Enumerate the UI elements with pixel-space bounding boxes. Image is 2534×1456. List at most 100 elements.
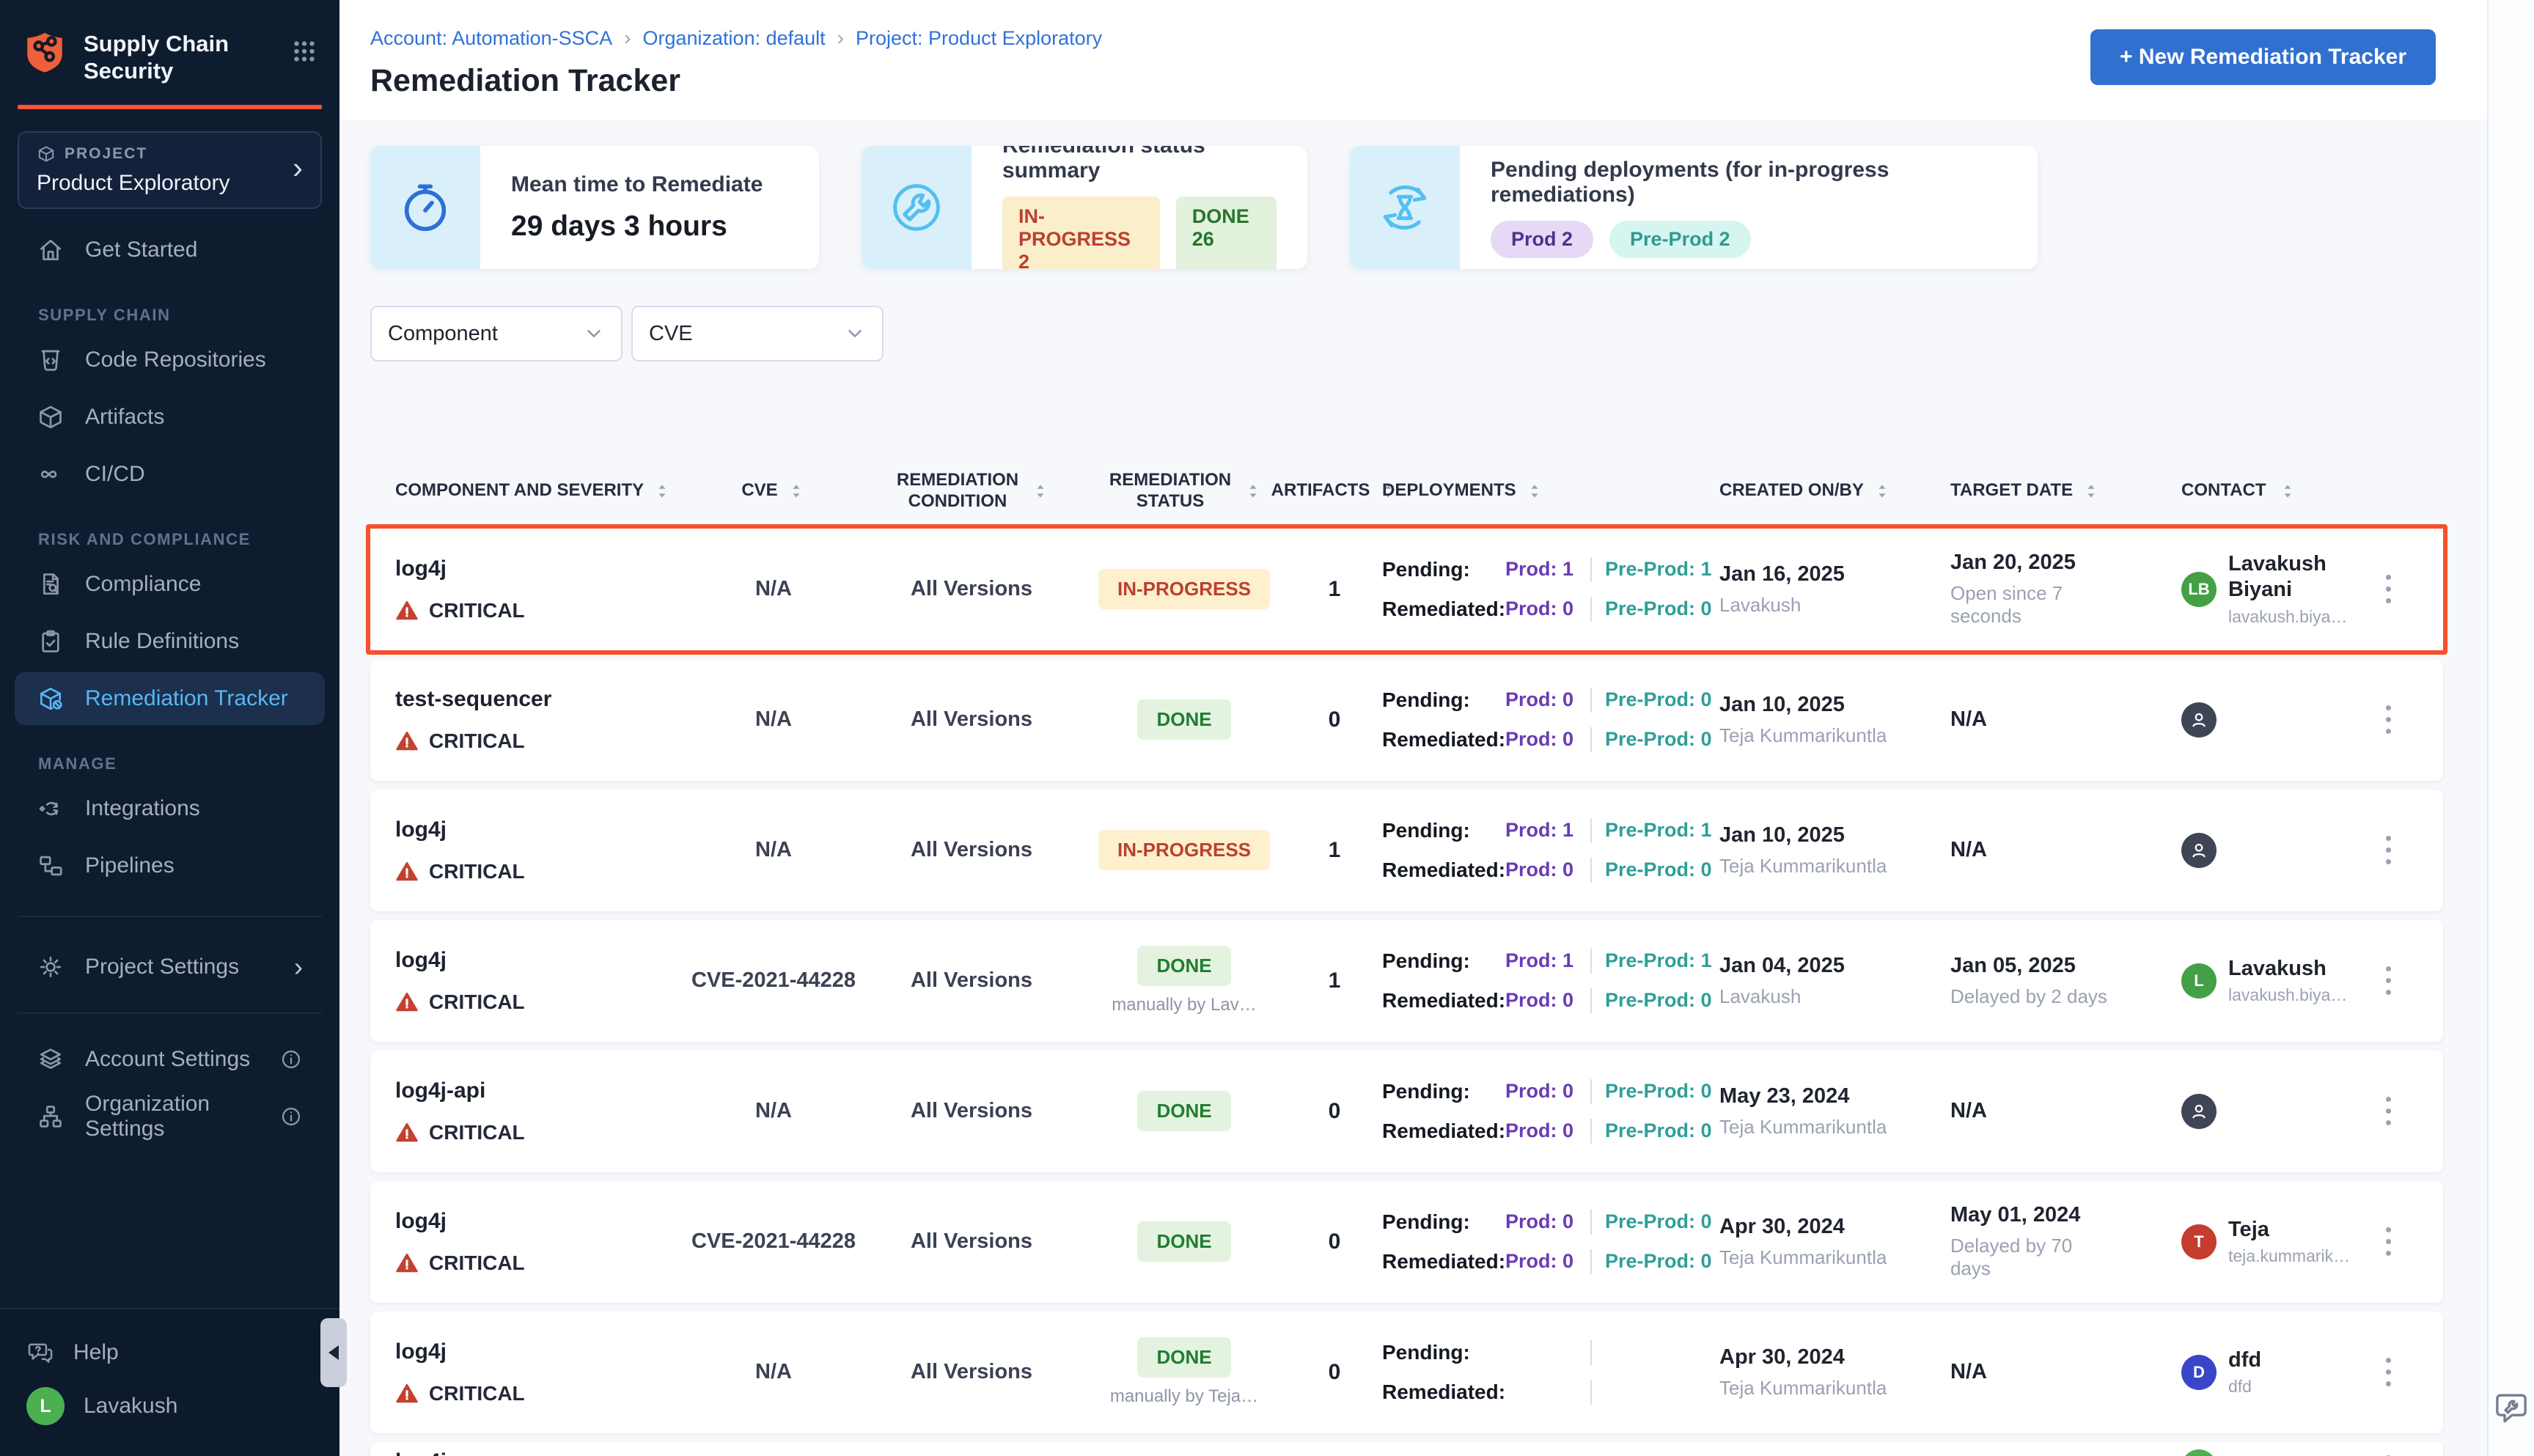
sidebar-item-remediation-tracker[interactable]: Remediation Tracker <box>15 672 325 725</box>
column-header-deployments[interactable]: DEPLOYMENTS <box>1382 480 1719 501</box>
kebab-menu-icon[interactable] <box>2380 1449 2397 1456</box>
target-date: May 01, 2024 <box>1950 1203 2181 1227</box>
table-row[interactable]: log4j-apiCRITICALN/AAll VersionsDONE0Pen… <box>370 1051 2443 1172</box>
target-date-cell: Jan 05, 2025Delayed by 2 days <box>1950 954 2181 1008</box>
user-menu[interactable]: L Lavakush <box>22 1377 317 1435</box>
support-chat-icon[interactable] <box>2491 1388 2531 1431</box>
table-row[interactable]: log4jCRITICALN/AAll VersionsIN-PROGRESS1… <box>370 790 2443 911</box>
kebab-menu-icon[interactable] <box>2380 1091 2397 1131</box>
column-header-artifacts[interactable]: ARTIFACTS <box>1287 480 1382 501</box>
component-filter-label: Component <box>388 322 498 346</box>
column-header-component-and-severity[interactable]: COMPONENT AND SEVERITY <box>370 480 686 501</box>
remediation-status-cell: DONE <box>1081 699 1287 740</box>
scrollbar-gutter[interactable] <box>2487 0 2534 1456</box>
breadcrumb-project[interactable]: Project: Product Exploratory <box>856 27 1102 50</box>
sidebar-item-compliance[interactable]: Compliance <box>15 558 325 611</box>
table-row[interactable]: log4jCRITICALCVE-2021-44228All VersionsD… <box>370 1181 2443 1303</box>
table-row[interactable]: test-sequencerCRITICALN/AAll VersionsDON… <box>370 659 2443 781</box>
critical-severity-icon <box>395 990 419 1014</box>
sidebar-item-label: Get Started <box>85 238 197 262</box>
sidebar-item-artifacts[interactable]: Artifacts <box>15 391 325 444</box>
divider <box>1590 1119 1592 1144</box>
created-by: Lavakush <box>1719 594 1950 617</box>
condition-value: All Versions <box>862 1360 1081 1384</box>
prod-count: Prod: 0 <box>1505 1080 1577 1103</box>
sidebar-item-rule-definitions[interactable]: Rule Definitions <box>15 615 325 668</box>
cve-cell: CVE-2021-44228 <box>686 968 862 993</box>
prod-count: Prod: 0 <box>1505 1119 1577 1142</box>
condition-value: All Versions <box>862 838 1081 862</box>
pipelines-icon <box>37 852 65 880</box>
kebab-menu-icon[interactable] <box>2380 1221 2397 1262</box>
divider <box>1590 557 1592 582</box>
table-row[interactable]: log4jHHarness <box>370 1442 2443 1456</box>
row-actions-cell <box>2365 960 2412 1001</box>
contact-name: dfd <box>2228 1347 2261 1373</box>
row-actions-cell <box>2365 1352 2412 1392</box>
component-name: log4j <box>395 948 686 973</box>
new-remediation-tracker-button[interactable]: + New Remediation Tracker <box>2090 29 2436 85</box>
preprod-count: Pre-Prod: 1 <box>1605 819 1712 842</box>
target-date-cell: N/A <box>1950 1360 2181 1384</box>
preprod-count: Pre-Prod: 0 <box>1605 1250 1712 1273</box>
status-summary-card: Remediation status summary IN-PROGRESS 2… <box>862 146 1307 269</box>
sidebar-collapse-handle[interactable] <box>320 1318 347 1387</box>
module-grid-icon[interactable] <box>291 28 317 68</box>
deployment-label: Remediated: <box>1382 858 1505 882</box>
kebab-menu-icon[interactable] <box>2380 830 2397 870</box>
kebab-menu-icon[interactable] <box>2380 699 2397 740</box>
table-header-row: COMPONENT AND SEVERITY CVE REMEDIATION CON… <box>370 455 2443 529</box>
status-badge: DONE <box>1137 699 1230 740</box>
component-name: test-sequencer <box>395 687 686 712</box>
column-header-contact[interactable]: CONTACT <box>2181 480 2365 501</box>
breadcrumb-account[interactable]: Account: Automation-SSCA <box>370 27 612 50</box>
preprod-count: Pre-Prod: 0 <box>1605 858 1712 881</box>
cve-filter-select[interactable]: CVE <box>631 306 884 361</box>
info-icon[interactable] <box>279 1048 303 1071</box>
artifacts-cell: 0 <box>1287 1229 1382 1254</box>
column-label: REMEDIATION CONDITION <box>894 470 1022 512</box>
target-date: Jan 05, 2025 <box>1950 954 2181 978</box>
sidebar-item-integrations[interactable]: Integrations <box>15 782 325 835</box>
column-label: CVE <box>741 480 777 501</box>
contact-name: Lavakush Biyani <box>2228 551 2365 603</box>
artifacts-cell: 0 <box>1287 1360 1382 1385</box>
row-actions-cell <box>2365 569 2412 609</box>
component-cell: log4jCRITICAL <box>370 1339 686 1405</box>
repo-icon <box>37 346 65 374</box>
row-actions-cell <box>2365 1091 2412 1131</box>
column-header-remediation-condition[interactable]: REMEDIATION CONDITION <box>862 470 1081 512</box>
kebab-menu-icon[interactable] <box>2380 569 2397 609</box>
avatar: LB <box>2181 572 2217 607</box>
org-icon <box>37 1103 65 1130</box>
kebab-menu-icon[interactable] <box>2380 960 2397 1001</box>
sidebar-item-ci-cd[interactable]: CI/CD <box>15 448 325 501</box>
status-note: manually by Teja… <box>1081 1386 1287 1407</box>
contact-info: Lavakushlavakush.biyan… <box>2228 956 2351 1006</box>
column-header-remediation-status[interactable]: REMEDIATION STATUS <box>1081 470 1287 512</box>
prod-count: Prod: 0 <box>1505 598 1577 620</box>
component-name: log4j <box>395 817 686 842</box>
column-header-created-on-by[interactable]: CREATED ON/BY <box>1719 480 1950 501</box>
help-button[interactable]: Help <box>22 1328 317 1377</box>
sidebar-item-organization-settings[interactable]: Organization Settings <box>15 1090 325 1143</box>
sidebar-item-pipelines[interactable]: Pipelines <box>15 839 325 892</box>
sidebar-item-get-started[interactable]: Get Started <box>15 224 325 276</box>
preprod-count: Pre-Prod: 1 <box>1605 558 1712 581</box>
table-row[interactable]: log4jCRITICALN/AAll VersionsDONEmanually… <box>370 1312 2443 1433</box>
kebab-menu-icon[interactable] <box>2380 1352 2397 1392</box>
table-row[interactable]: log4jCRITICALN/AAll VersionsIN-PROGRESS1… <box>370 529 2443 650</box>
breadcrumb-organization[interactable]: Organization: default <box>643 27 826 50</box>
deployment-label: Remediated: <box>1382 1119 1505 1143</box>
sidebar-item-project-settings[interactable]: Project Settings› <box>15 941 325 993</box>
sidebar-item-account-settings[interactable]: Account Settings <box>15 1033 325 1086</box>
deployment-line: Remediated:Prod: 0Pre-Prod: 0 <box>1382 1115 1719 1147</box>
table-row[interactable]: log4jCRITICALCVE-2021-44228All VersionsD… <box>370 920 2443 1042</box>
project-selector[interactable]: PROJECT Product Exploratory › <box>18 131 322 209</box>
component-filter-select[interactable]: Component <box>370 306 623 361</box>
sidebar-item-code-repositories[interactable]: Code Repositories <box>15 334 325 386</box>
column-header-target-date[interactable]: TARGET DATE <box>1950 480 2181 501</box>
column-header-cve[interactable]: CVE <box>686 480 862 501</box>
info-icon[interactable] <box>279 1105 303 1128</box>
target-note: Open since 7 seconds <box>1950 582 2115 628</box>
